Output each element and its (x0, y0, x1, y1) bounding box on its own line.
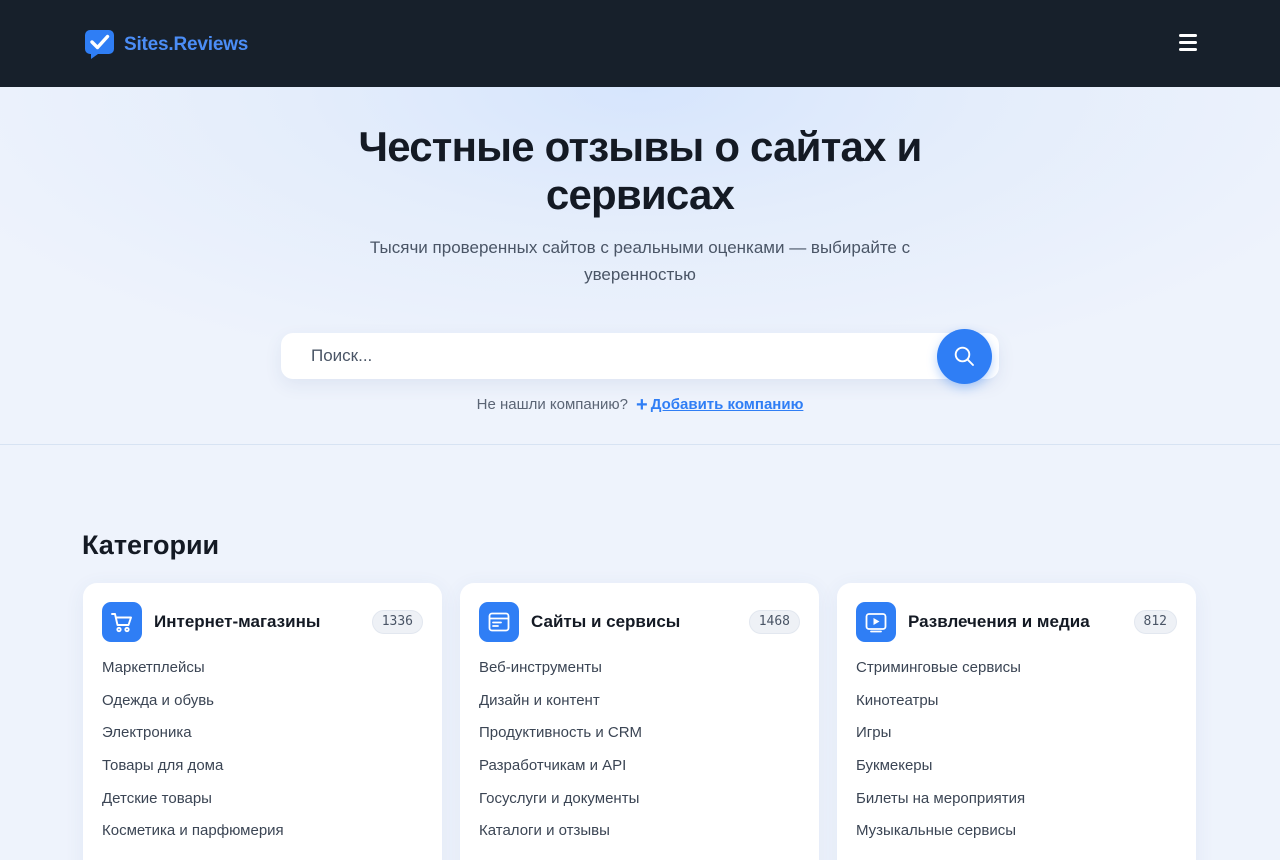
search-bar (281, 329, 999, 384)
subcategory-list: Стриминговые сервисы Кинотеатры Игры Бук… (856, 656, 1025, 852)
search-input[interactable] (311, 333, 931, 379)
subcategory-link[interactable]: Кинотеатры (856, 689, 1025, 722)
subcategory-link[interactable]: Госуслуги и документы (479, 787, 642, 820)
categories-title: Категории (82, 530, 220, 560)
subcategory-link[interactable]: Дизайн и контент (479, 689, 642, 722)
subcategory-link[interactable]: Детские товары (102, 787, 284, 820)
subcategory-link[interactable]: Косметика и парфюмерия (102, 819, 284, 852)
category-title[interactable]: Интернет-магазины (154, 612, 320, 632)
subcategory-list: Веб-инструменты Дизайн и контент Продукт… (479, 656, 642, 852)
category-count-badge: 812 (1133, 610, 1177, 634)
page-title: Честные отзывы о сайтах и сервисах (358, 123, 923, 218)
subcategory-link[interactable]: Товары для дома (102, 754, 284, 787)
subcategory-link[interactable]: Одежда и обувь (102, 689, 284, 722)
hero-section: Честные отзывы о сайтах и сервисах Тысячи… (0, 87, 1280, 445)
category-card-sites: Сайты и сервисы 1468 Веб-инструменты Диз… (460, 583, 819, 860)
search-button[interactable] (937, 329, 992, 384)
subcategory-link[interactable]: Продуктивность и CRM (479, 721, 642, 754)
category-card-shops: Интернет-магазины 1336 Маркетплейсы Одеж… (83, 583, 442, 860)
subcategory-list: Маркетплейсы Одежда и обувь Электроника … (102, 656, 284, 852)
media-play-icon (856, 602, 896, 642)
category-count-badge: 1468 (748, 610, 800, 634)
top-navbar: Sites.Reviews (0, 0, 1280, 87)
search-icon (954, 346, 974, 366)
check-badge-icon (84, 29, 115, 60)
site-logo[interactable]: Sites.Reviews (84, 29, 248, 60)
subcategory-link[interactable]: Каталоги и отзывы (479, 819, 642, 852)
hero-subtitle: Тысячи проверенных сайтов с реальными оц… (369, 238, 911, 284)
add-company-link[interactable]: Добавить компанию (651, 396, 804, 413)
subcategory-link[interactable]: Игры (856, 721, 1025, 754)
subcategory-link[interactable]: Электроника (102, 721, 284, 754)
subcategory-link[interactable]: Билеты на мероприятия (856, 787, 1025, 820)
subcategory-link[interactable]: Стриминговые сервисы (856, 656, 1025, 689)
subcategory-link[interactable]: Маркетплейсы (102, 656, 284, 689)
category-title[interactable]: Сайты и сервисы (531, 612, 680, 632)
shopping-cart-icon (102, 602, 142, 642)
category-cards: Интернет-магазины 1336 Маркетплейсы Одеж… (83, 583, 1197, 860)
category-title[interactable]: Развлечения и медиа (908, 612, 1090, 632)
add-company-prompt: Не нашли компанию? (476, 396, 629, 413)
category-count-badge: 1336 (371, 610, 423, 634)
subcategory-link[interactable]: Разработчикам и API (479, 754, 642, 787)
logo-text: Sites.Reviews (124, 33, 249, 55)
add-company-row: Не нашли компанию? + Добавить компанию (0, 394, 1280, 417)
category-card-media: Развлечения и медиа 812 Стриминговые сер… (837, 583, 1196, 860)
browser-window-icon (479, 602, 519, 642)
subcategory-link[interactable]: Музыкальные сервисы (856, 819, 1025, 852)
subcategory-link[interactable]: Букмекеры (856, 754, 1025, 787)
hamburger-menu-icon[interactable] (1176, 30, 1200, 54)
subcategory-link[interactable]: Веб-инструменты (479, 656, 642, 689)
plus-icon: + (636, 394, 648, 416)
